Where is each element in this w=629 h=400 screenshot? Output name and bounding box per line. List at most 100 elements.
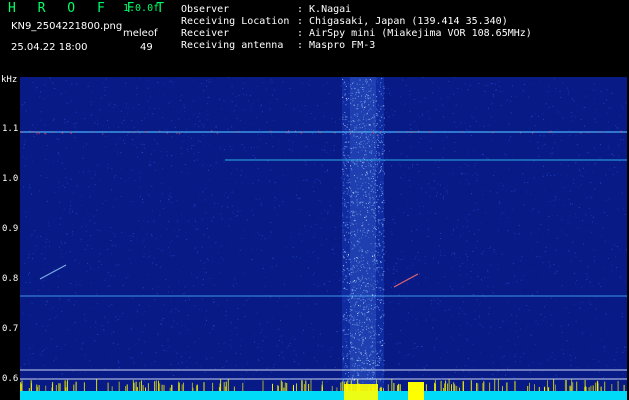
noise-pixel [312,186,314,188]
burst-pixel [369,201,371,203]
baseline-pulse [107,382,109,392]
burst-pixel [382,151,384,153]
noise-pixel [465,218,467,219]
noise-pixel [536,254,538,256]
burst-pixel [346,193,348,195]
noise-pixel [143,118,145,119]
burst-pixel [378,266,380,268]
noise-pixel [208,97,210,99]
burst-pixel [352,346,354,348]
noise-pixel [499,201,501,203]
noise-pixel [537,241,538,243]
hot-pixel [380,131,382,133]
noise-pixel [508,168,510,170]
noise-pixel [465,215,467,217]
noise-pixel [161,250,163,252]
noise-pixel [235,105,237,107]
noise-pixel [115,174,117,176]
noise-pixel [257,167,259,169]
noise-pixel [235,282,237,284]
noise-pixel [264,238,266,240]
noise-pixel [114,235,116,237]
burst-pixel [350,124,352,126]
noise-pixel [293,257,295,259]
noise-pixel [137,97,139,99]
noise-pixel [349,258,351,260]
noise-pixel [167,155,169,157]
noise-pixel [260,295,262,297]
noise-pixel [424,256,426,258]
noise-pixel [187,314,189,316]
noise-pixel [531,209,533,211]
noise-pixel [68,212,70,214]
noise-pixel [418,205,420,207]
noise-pixel [306,367,308,369]
noise-pixel [521,256,523,258]
noise-pixel [518,233,520,235]
burst-pixel [375,259,377,261]
noise-pixel [74,259,76,261]
noise-pixel [229,160,231,162]
noise-pixel [502,91,504,92]
noise-pixel [114,199,116,200]
noise-pixel [188,309,190,311]
noise-pixel [209,164,211,166]
burst-pixel [380,207,382,209]
burst-pixel [345,98,347,99]
noise-pixel [176,200,178,202]
noise-pixel [285,305,287,307]
noise-pixel [137,129,139,131]
burst-pixel [363,168,365,169]
noise-pixel [88,186,90,188]
burst-pixel [383,371,385,372]
noise-pixel [406,354,408,356]
noise-pixel [533,160,535,162]
burst-pixel [377,358,379,360]
burst-pixel [361,237,363,239]
noise-pixel [198,338,200,340]
noise-pixel [573,349,574,351]
noise-pixel [245,150,246,152]
noise-pixel [206,110,208,112]
noise-pixel [399,95,401,97]
noise-pixel [113,331,115,333]
noise-pixel [568,92,569,94]
hot-pixel [319,132,321,134]
burst-pixel [344,145,346,147]
burst-pixel [369,355,370,357]
noise-pixel [168,195,170,197]
noise-pixel [567,87,569,89]
noise-pixel [456,227,457,229]
noise-pixel [437,298,439,300]
noise-pixel [45,241,47,243]
noise-pixel [225,118,227,120]
burst-pixel [382,256,383,258]
noise-pixel [467,226,469,228]
burst-pixel [350,190,352,192]
noise-pixel [306,251,308,253]
noise-pixel [600,182,601,184]
baseline-pulse [55,385,57,391]
burst-pixel [367,298,369,300]
noise-pixel [507,99,508,101]
burst-pixel [368,250,370,252]
burst-pixel [380,181,382,183]
burst-pixel [362,163,364,165]
noise-pixel [122,285,124,286]
burst-pixel [380,345,382,347]
burst-pixel [362,145,364,147]
burst-pixel [360,198,362,200]
noise-pixel [481,223,482,225]
noise-pixel [385,303,386,305]
burst-pixel [364,149,366,151]
burst-pixel [372,293,374,295]
burst-pixel [380,108,382,110]
burst-pixel [361,165,363,166]
noise-pixel [246,299,248,301]
noise-pixel [223,259,225,261]
noise-pixel [177,220,179,222]
hot-pixel [461,131,463,132]
burst-pixel [357,107,359,109]
burst-pixel [376,138,378,140]
noise-pixel [462,286,464,288]
